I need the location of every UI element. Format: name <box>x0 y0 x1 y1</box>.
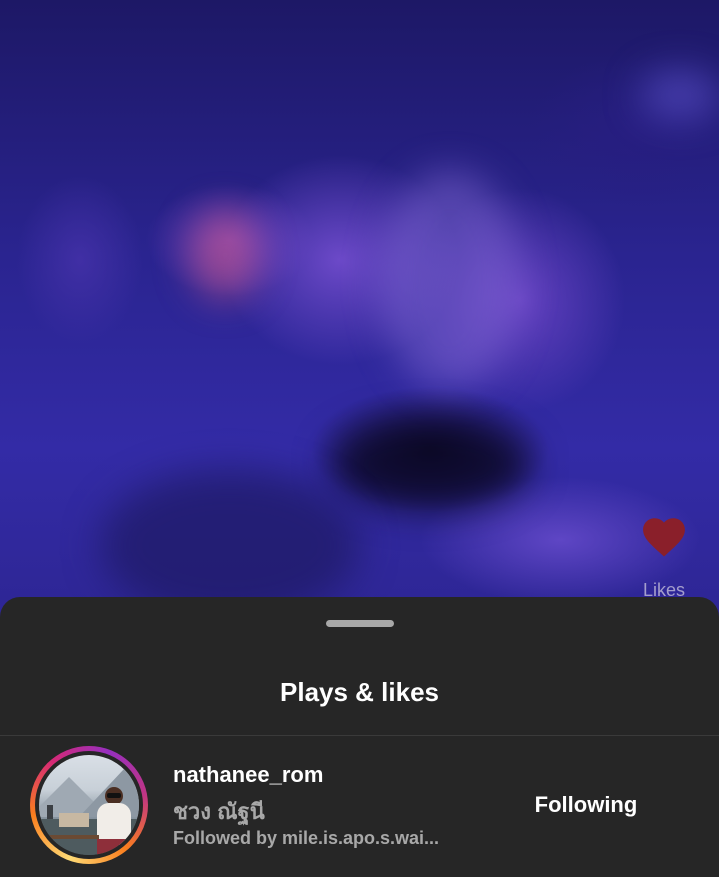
divider <box>0 735 719 736</box>
video-blur-shape <box>380 170 520 390</box>
following-button[interactable]: Following <box>516 785 656 825</box>
username[interactable]: nathanee_rom <box>173 762 323 788</box>
heart-icon[interactable] <box>638 512 690 558</box>
avatar-gap <box>35 751 143 859</box>
person-skirt <box>97 839 133 855</box>
list-item[interactable]: nathanee_rom ชวง ณัฐนี Followed by mile.… <box>0 737 719 875</box>
video-blur-shape <box>330 420 530 510</box>
plays-likes-sheet: Plays & likes nathanee_rom ชวง ณัฐนี Fol… <box>0 597 719 877</box>
video-blur-shape <box>640 70 719 120</box>
sheet-title: Plays & likes <box>280 677 439 707</box>
sunglasses <box>107 793 121 798</box>
video-background[interactable]: Likes <box>0 0 719 640</box>
avatar <box>39 755 139 855</box>
railing <box>39 835 99 839</box>
story-ring[interactable] <box>30 746 148 864</box>
drag-handle[interactable] <box>326 620 394 627</box>
followed-by-text: Followed by mile.is.apo.s.wai... <box>173 828 440 848</box>
house <box>59 813 89 827</box>
video-blur-shape <box>190 210 260 300</box>
full-name: ชวง ณัฐนี <box>173 799 265 824</box>
